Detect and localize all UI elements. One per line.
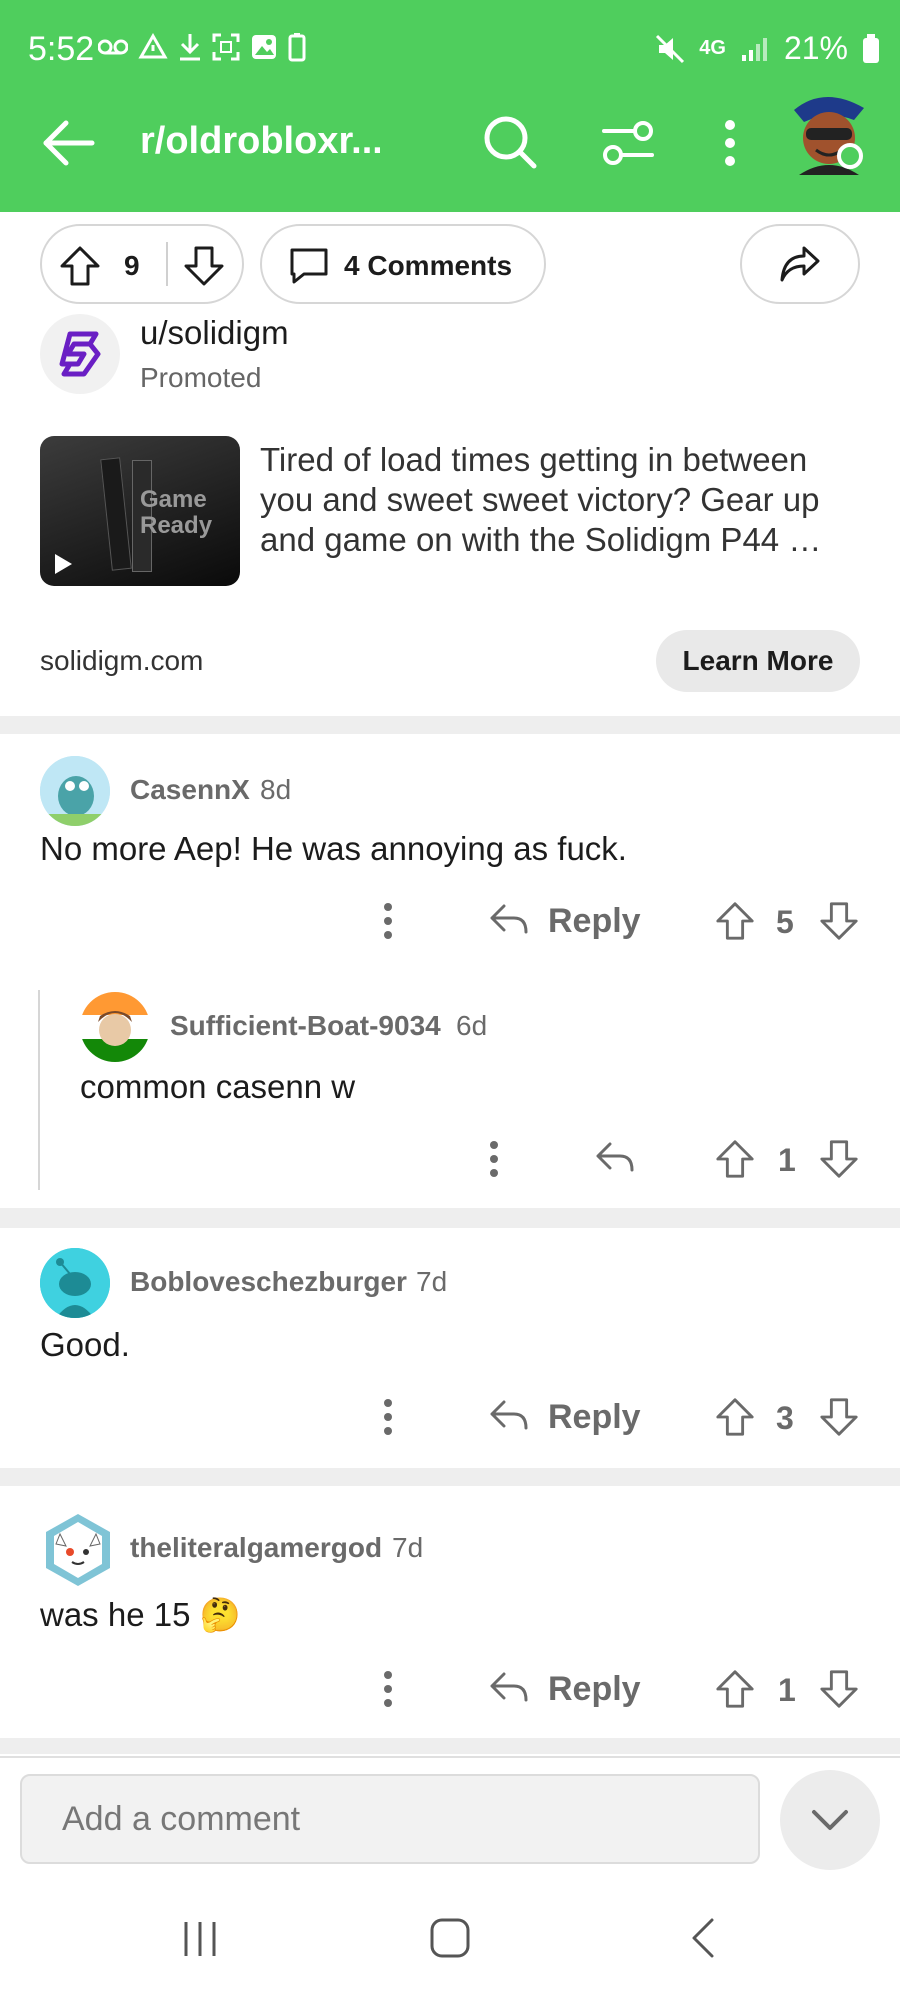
subreddit-title[interactable]: r/oldrobloxr... [140,120,380,163]
thumb-text-ready: Ready [140,512,213,539]
comment-upvote-icon[interactable] [714,900,756,942]
status-icons-left [98,32,306,62]
battery-icon [863,33,879,63]
comment-upvote-icon[interactable] [714,1668,756,1710]
thumb-text-game: Game [140,486,207,513]
advertiser-name[interactable]: u/solidigm [140,314,289,352]
play-icon [55,554,72,574]
signal-icon [741,37,767,61]
comment-age: 7d [392,1532,424,1563]
battery-saver-icon [288,33,306,62]
vote-divider [166,242,168,286]
comment-body: was he 15 🤔 [40,1596,241,1633]
comment-downvote-icon[interactable] [818,1138,860,1180]
reply-button[interactable]: Reply [548,1398,641,1437]
comment-downvote-icon[interactable] [818,900,860,942]
comment-avatar[interactable] [80,992,150,1062]
app-header: 5:52 4G 21% r/oldrobloxr... [0,0,900,212]
thread-line[interactable] [38,990,40,1190]
comment-age: 8d [260,774,292,805]
back-arrow-icon[interactable] [40,118,96,168]
chevron-down-icon [812,1810,848,1830]
comment-upvote-icon[interactable] [714,1396,756,1438]
reply-icon[interactable] [594,1138,636,1178]
comment-score: 1 [778,1142,796,1178]
ad-body-text[interactable]: Tired of load times getting in between y… [260,440,860,560]
share-icon [780,246,820,282]
status-icons-right: 4G 21% [655,30,880,67]
promoted-label: Promoted [140,362,262,393]
reply-button[interactable]: Reply [548,1670,641,1709]
comment-score: 1 [778,1672,796,1708]
comment-score: 3 [776,1400,794,1436]
comment-author[interactable]: Bobloveschezburger [130,1266,407,1298]
ad-domain[interactable]: solidigm.com [40,645,203,677]
comment-downvote-icon[interactable] [818,1668,860,1710]
drive-icon [138,33,168,59]
download-icon [180,34,200,61]
comment-age: 6d [456,1010,488,1041]
comment-body: No more Aep! He was annoying as fuck. [40,830,627,867]
comment-body: common casenn w [80,1068,356,1105]
comment-more-icon[interactable] [486,1140,502,1178]
comment-avatar[interactable] [40,1248,110,1318]
flag-avatar-icon [80,992,150,1062]
section-divider [0,1208,900,1228]
solidigm-logo-icon [59,331,101,377]
comment-downvote-icon[interactable] [818,1396,860,1438]
comment-upvote-icon[interactable] [714,1138,756,1180]
network-type: 4G [699,37,726,59]
voicemail-icon [98,39,128,55]
battery-percent: 21% [783,30,848,66]
comment-age: 7d [416,1266,448,1297]
user-avatar-icon [794,96,864,175]
composer-divider [0,1756,900,1758]
cat-nft-avatar-icon [46,1514,110,1586]
comment-author[interactable]: theliteralgamergod [130,1532,382,1564]
comment-more-icon[interactable] [380,902,396,940]
section-divider [0,1738,900,1754]
section-divider [0,1468,900,1486]
add-comment-input[interactable]: Add a comment [20,1774,760,1864]
comment-more-icon[interactable] [380,1670,396,1708]
ssd-image [100,457,132,571]
comment-author[interactable]: CasennX [130,774,250,806]
comments-label: 4 Comments [344,250,513,281]
post-vote-count: 9 [124,250,140,281]
search-icon[interactable] [480,112,540,172]
comment-avatar[interactable] [40,1512,116,1588]
reply-button[interactable]: Reply [548,902,641,941]
screenshot-icon [212,33,240,61]
advertiser-avatar[interactable] [40,314,120,394]
downvote-icon[interactable] [182,244,226,288]
user-avatar[interactable] [784,90,874,180]
reply-icon[interactable] [488,900,530,940]
back-nav-icon[interactable] [688,1916,718,1960]
reply-icon[interactable] [488,1668,530,1708]
reply-icon[interactable] [488,1396,530,1436]
more-vert-icon[interactable] [718,118,742,168]
recent-apps-icon[interactable] [180,1918,220,1960]
home-icon[interactable] [428,1916,472,1960]
learn-more-button[interactable]: Learn More [656,630,860,692]
status-time: 5:52 [28,30,95,68]
comment-bubble-icon [290,248,328,284]
mute-icon [656,34,685,63]
snoo-avatar-icon [40,1248,110,1318]
comment-score: 5 [776,904,794,940]
gallery-icon [252,35,276,59]
comment-avatar[interactable] [40,756,110,826]
system-navbar [0,1880,900,1999]
upvote-icon[interactable] [58,244,102,288]
filter-icon[interactable] [600,118,656,168]
section-divider [0,716,900,734]
collapse-button[interactable] [780,1770,880,1870]
ad-video-thumbnail[interactable]: Game Ready [40,436,240,586]
comment-body: Good. [40,1326,130,1363]
comment-more-icon[interactable] [380,1398,396,1436]
dragon-avatar-icon [40,756,110,826]
comment-author[interactable]: Sufficient-Boat-9034 [170,1010,441,1042]
